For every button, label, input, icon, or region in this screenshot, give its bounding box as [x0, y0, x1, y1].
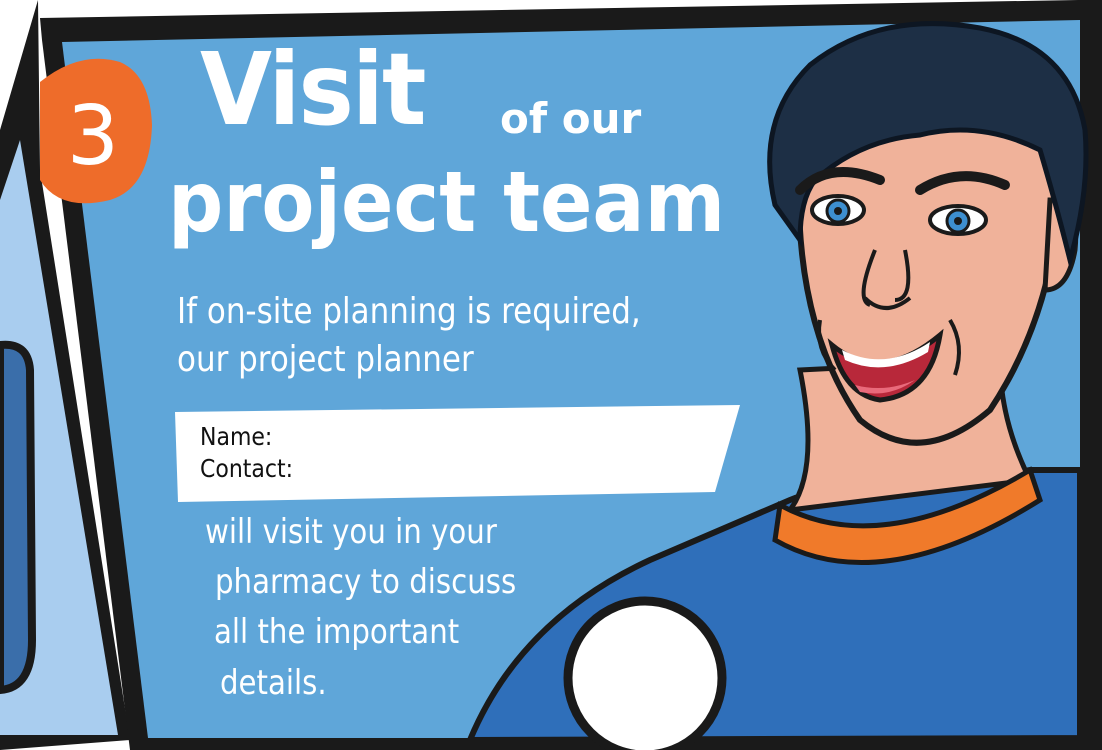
body-line-3: all the important [214, 612, 460, 652]
step-number: 3 [66, 89, 120, 184]
body-line-4: details. [220, 663, 327, 703]
name-badge-circle [563, 596, 727, 750]
body-line-2: pharmacy to discuss [215, 562, 517, 602]
intro-line-2: our project planner [177, 339, 474, 380]
title-visit: Visit [200, 31, 426, 148]
body-line-1: will visit you in your [205, 512, 497, 552]
title-project-team: project team [168, 153, 726, 251]
contact-label: Contact: [200, 454, 294, 483]
title-of-our: of our [500, 94, 642, 143]
name-label: Name: [200, 422, 273, 451]
intro-line-1: If on-site planning is required, [177, 291, 641, 332]
